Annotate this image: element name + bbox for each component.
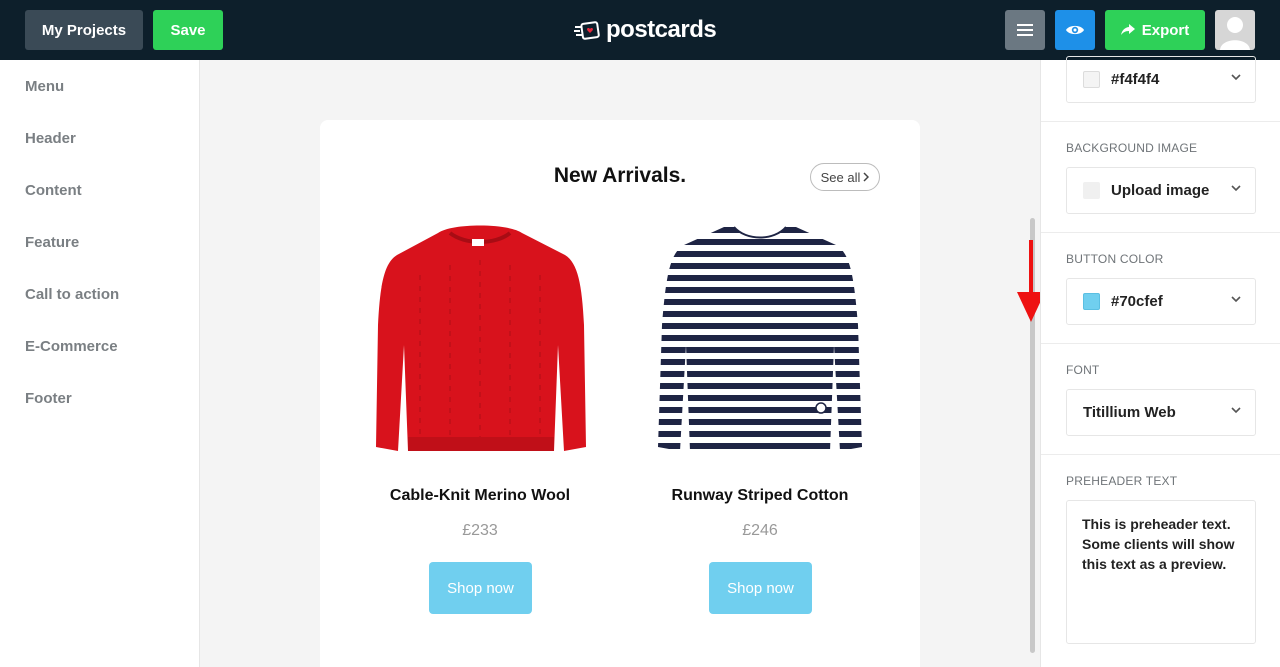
my-projects-button[interactable]: My Projects [25, 10, 143, 50]
sidebar-item-header[interactable]: Header [25, 130, 76, 147]
eye-icon [1066, 25, 1084, 35]
chevron-right-icon [863, 172, 870, 182]
save-button[interactable]: Save [153, 10, 223, 50]
menu-button[interactable] [1005, 10, 1045, 50]
postcards-logo-icon [574, 19, 600, 41]
hamburger-icon [1017, 24, 1033, 36]
sidebar-item-footer[interactable]: Footer [25, 390, 72, 407]
sidebar-item-content[interactable]: Content [25, 182, 82, 199]
image-placeholder-icon [1083, 182, 1100, 199]
product-name: Cable-Knit Merino Wool [389, 487, 571, 504]
chevron-down-icon [1231, 296, 1241, 303]
chevron-down-icon [1231, 185, 1241, 192]
divider [1041, 454, 1280, 455]
share-arrow-icon [1120, 24, 1135, 35]
font-label: FONT [1066, 363, 1100, 377]
color-swatch [1083, 293, 1100, 310]
product-image-next [640, 645, 880, 667]
button-color-label: BUTTON COLOR [1066, 252, 1164, 266]
product-name: Runway Striped Cotton [671, 487, 849, 504]
new-arrivals-block[interactable]: New Arrivals. See all Cable-Knit Merino … [320, 120, 920, 667]
chevron-down-icon [1231, 74, 1241, 81]
product-image-next [360, 645, 600, 667]
sidebar-item-e-commerce[interactable]: E-Commerce [25, 338, 118, 355]
user-icon [1220, 17, 1250, 50]
background-image-select[interactable]: Upload image [1066, 167, 1256, 214]
preheader-textarea[interactable]: This is preheader text. Some clients wil… [1066, 500, 1256, 644]
background-image-value: Upload image [1111, 182, 1210, 199]
button-color-value: #70cfef [1111, 293, 1163, 310]
divider [1041, 232, 1280, 233]
chevron-down-icon [1231, 407, 1241, 414]
shop-now-button[interactable]: Shop now [429, 562, 532, 614]
top-bar: My Projects Save postcards Export [0, 0, 1280, 60]
logo-text: postcards [606, 16, 717, 43]
color-swatch [1083, 71, 1100, 88]
see-all-label: See all [820, 169, 861, 185]
product-card: Cable-Knit Merino Wool £233 Shop now [360, 215, 600, 614]
font-value: Titillium Web [1083, 404, 1176, 421]
settings-panel: #f4f4f4 BACKGROUND IMAGE Upload image BU… [1040, 56, 1280, 667]
export-button[interactable]: Export [1105, 10, 1205, 50]
logo: postcards [574, 14, 717, 46]
product-image-sweater[interactable] [360, 215, 600, 465]
preheader-label: PREHEADER TEXT [1066, 474, 1178, 488]
sidebar: Menu Header Content Feature Call to acti… [0, 60, 200, 667]
shop-now-button[interactable]: Shop now [709, 562, 812, 614]
sidebar-item-call-to-action[interactable]: Call to action [25, 286, 119, 303]
background-image-label: BACKGROUND IMAGE [1066, 141, 1198, 155]
product-card: Runway Striped Cotton £246 Shop now [640, 215, 880, 614]
font-select[interactable]: Titillium Web [1066, 389, 1256, 436]
product-image-striped-tee[interactable] [640, 215, 880, 465]
avatar[interactable] [1215, 10, 1255, 50]
sidebar-item-feature[interactable]: Feature [25, 234, 79, 251]
preview-button[interactable] [1055, 10, 1095, 50]
see-all-button[interactable]: See all [810, 163, 880, 191]
background-color-select[interactable]: #f4f4f4 [1066, 56, 1256, 103]
email-canvas[interactable]: New Arrivals. See all Cable-Knit Merino … [201, 60, 1039, 667]
divider [1041, 121, 1280, 122]
button-color-select[interactable]: #70cfef [1066, 278, 1256, 325]
divider [1041, 343, 1280, 344]
product-price: £246 [742, 522, 778, 539]
background-color-value: #f4f4f4 [1111, 71, 1160, 88]
export-label: Export [1141, 21, 1190, 39]
sidebar-item-menu[interactable]: Menu [25, 78, 64, 95]
product-price: £233 [462, 522, 498, 539]
